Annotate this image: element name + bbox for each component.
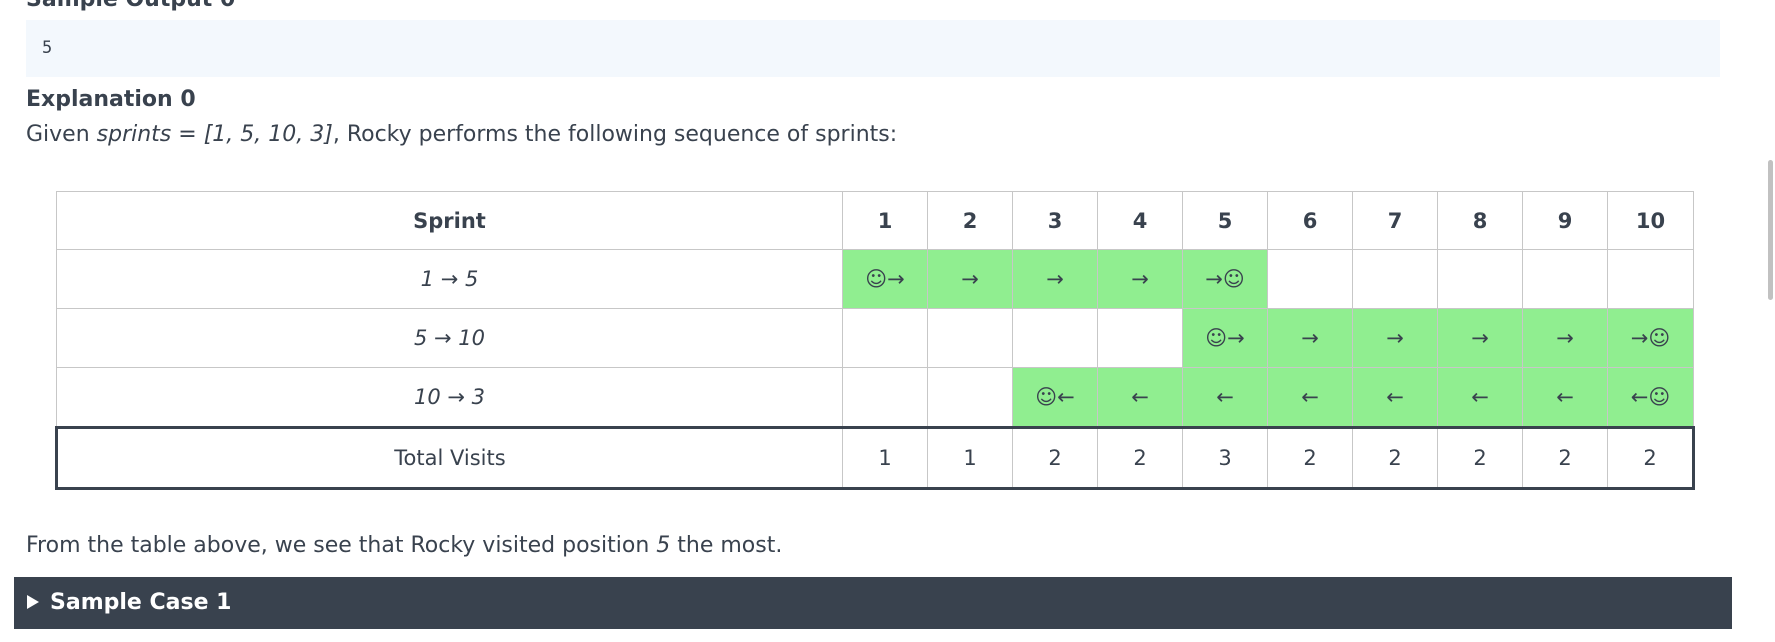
sample-output-value: 5 bbox=[42, 38, 53, 58]
sprint-cell: ← bbox=[1267, 367, 1353, 428]
sprint-cell: → bbox=[927, 249, 1013, 309]
conclusion-value: 5 bbox=[656, 533, 671, 558]
sprint-cell: →☺ bbox=[1182, 249, 1268, 309]
scrollbar[interactable] bbox=[1765, 0, 1775, 642]
sample-case-1-toggle[interactable]: Sample Case 1 bbox=[14, 577, 1732, 629]
sprint-table: Sprint 1 2 3 4 5 6 7 8 9 10 1 → 5 ☺→ → → → →☺ 5 → 10 ☺→ →… bbox=[55, 191, 1695, 490]
total-visits-row: Total Visits 1 1 2 2 3 2 2 2 2 2 bbox=[55, 426, 1695, 490]
sprint-cell bbox=[1437, 249, 1523, 309]
sprint-label: 1 → 5 bbox=[56, 249, 843, 309]
total-visits-cell: 2 bbox=[1437, 426, 1523, 490]
header-position: 2 bbox=[927, 191, 1013, 250]
total-visits-cell: 2 bbox=[1522, 426, 1608, 490]
explanation-array: [1, 5, 10, 3] bbox=[203, 122, 333, 147]
sprint-cell: ← bbox=[1182, 367, 1268, 428]
table-row: 10 → 3 ☺← ← ← ← ← ← ← ←☺ bbox=[56, 367, 1694, 428]
header-position: 7 bbox=[1352, 191, 1438, 250]
explanation-text: Given sprints = [1, 5, 10, 3], Rocky per… bbox=[26, 122, 897, 147]
sprint-cell bbox=[927, 367, 1013, 428]
sprint-cell: ←☺ bbox=[1607, 367, 1694, 428]
total-visits-cell: 2 bbox=[1012, 426, 1098, 490]
header-sprint: Sprint bbox=[56, 191, 843, 250]
header-position: 10 bbox=[1607, 191, 1694, 250]
sprint-cell: ← bbox=[1522, 367, 1608, 428]
explanation-eq: = bbox=[171, 122, 204, 147]
conclusion-after: the most. bbox=[670, 533, 783, 558]
total-visits-cell: 2 bbox=[1607, 426, 1695, 490]
sprint-cell bbox=[1012, 308, 1098, 368]
header-position: 6 bbox=[1267, 191, 1353, 250]
total-visits-cell: 2 bbox=[1267, 426, 1353, 490]
sprint-cell bbox=[1607, 249, 1694, 309]
table-row: 5 → 10 ☺→ → → → → →☺ bbox=[56, 308, 1694, 368]
header-position: 8 bbox=[1437, 191, 1523, 250]
sample-case-label: Sample Case 1 bbox=[50, 590, 232, 615]
explanation-var: sprints bbox=[96, 122, 172, 147]
total-visits-cell: 2 bbox=[1352, 426, 1438, 490]
explanation-text-before: Given bbox=[26, 122, 97, 147]
total-visits-cell: 1 bbox=[927, 426, 1013, 490]
total-visits-cell: 2 bbox=[1097, 426, 1183, 490]
sprint-label: 5 → 10 bbox=[56, 308, 843, 368]
sprint-cell: ☺← bbox=[1012, 367, 1098, 428]
total-visits-label: Total Visits bbox=[55, 426, 843, 490]
table-row: 1 → 5 ☺→ → → → →☺ bbox=[56, 249, 1694, 309]
sprint-cell: → bbox=[1012, 249, 1098, 309]
sprint-label: 10 → 3 bbox=[56, 367, 843, 428]
conclusion-text: From the table above, we see that Rocky … bbox=[26, 533, 782, 558]
sprint-cell bbox=[1267, 249, 1353, 309]
conclusion-before: From the table above, we see that Rocky … bbox=[26, 533, 657, 558]
sprint-cell bbox=[1097, 308, 1183, 368]
sprint-cell bbox=[927, 308, 1013, 368]
sample-output-box: 5 bbox=[26, 20, 1720, 77]
sprint-cell: ← bbox=[1352, 367, 1438, 428]
scrollbar-thumb[interactable] bbox=[1768, 160, 1773, 300]
sprint-cell: → bbox=[1352, 308, 1438, 368]
sprint-cell: → bbox=[1437, 308, 1523, 368]
header-position: 4 bbox=[1097, 191, 1183, 250]
total-visits-cell: 1 bbox=[842, 426, 928, 490]
explanation-text-after: , Rocky performs the following sequence … bbox=[332, 122, 898, 147]
sprint-cell: → bbox=[1522, 308, 1608, 368]
sprint-cell: → bbox=[1097, 249, 1183, 309]
header-position: 5 bbox=[1182, 191, 1268, 250]
sprint-cell: ← bbox=[1437, 367, 1523, 428]
triangle-right-icon bbox=[27, 595, 39, 609]
sprint-cell bbox=[842, 308, 928, 368]
total-visits-cell: 3 bbox=[1182, 426, 1268, 490]
sprint-cell bbox=[842, 367, 928, 428]
header-position: 1 bbox=[842, 191, 928, 250]
header-position: 3 bbox=[1012, 191, 1098, 250]
sprint-cell: ← bbox=[1097, 367, 1183, 428]
explanation-title: Explanation 0 bbox=[26, 87, 196, 112]
sprint-cell: → bbox=[1267, 308, 1353, 368]
sprint-cell: ☺→ bbox=[842, 249, 928, 309]
sprint-cell: →☺ bbox=[1607, 308, 1694, 368]
sprint-cell bbox=[1352, 249, 1438, 309]
header-position: 9 bbox=[1522, 191, 1608, 250]
sprint-cell: ☺→ bbox=[1182, 308, 1268, 368]
table-body: 1 → 5 ☺→ → → → →☺ 5 → 10 ☺→ → → → → →☺ 10 → 3 ☺← ← ← ← ← ← ←… bbox=[55, 249, 1695, 490]
sample-output-heading: Sample Output 0 bbox=[26, 0, 235, 12]
table-header-row: Sprint 1 2 3 4 5 6 7 8 9 10 bbox=[56, 191, 1694, 250]
sprint-cell bbox=[1522, 249, 1608, 309]
